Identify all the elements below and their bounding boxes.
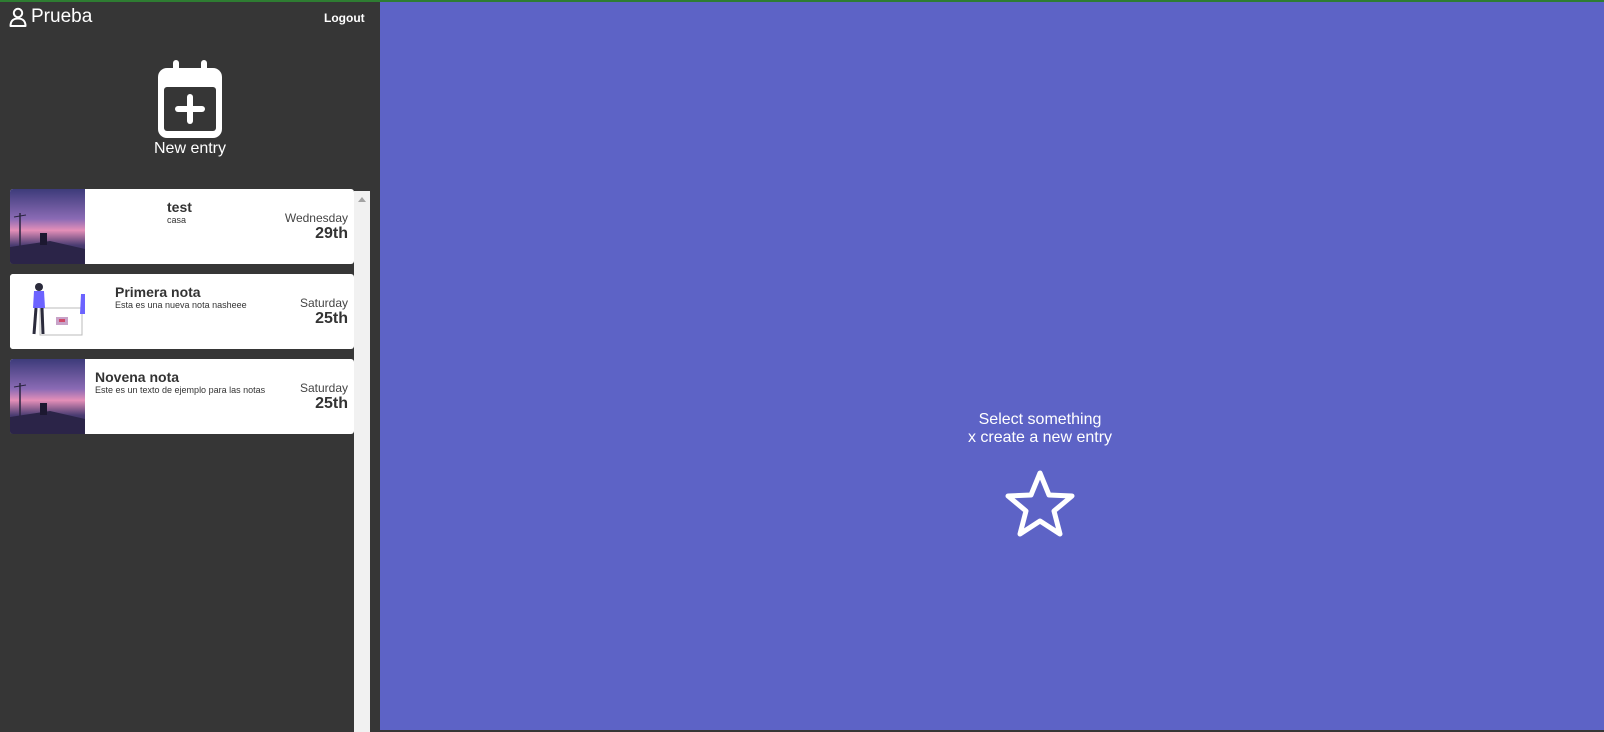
user-info: Prueba <box>9 6 92 28</box>
empty-state-text: Select something x create a new entry <box>920 411 1160 447</box>
entry-date: 25th <box>315 310 348 327</box>
scroll-up-arrow-icon[interactable] <box>358 197 366 202</box>
logout-button[interactable]: Logout <box>324 11 365 25</box>
entry-thumbnail <box>10 274 85 349</box>
entry-card[interactable]: Novena nota Este es un texto de ejemplo … <box>10 359 354 434</box>
user-name: Prueba <box>31 6 93 27</box>
new-entry-label: New entry <box>153 140 227 157</box>
entry-body: Este es un texto de ejemplo para las not… <box>95 385 266 395</box>
entry-card[interactable]: test casa Wednesday 29th <box>10 189 354 264</box>
entry-body: Esta es una nueva nota nasheee <box>115 300 247 310</box>
entry-title: test <box>167 199 192 215</box>
entry-day: Wednesday <box>284 211 348 225</box>
entry-date: 29th <box>315 225 348 242</box>
user-icon <box>9 7 27 27</box>
entry-title: Novena nota <box>95 369 180 385</box>
entry-thumbnail <box>10 189 85 264</box>
sidebar: Prueba Logout New entry test casa Wednes… <box>0 2 372 732</box>
entry-title: Primera nota <box>115 284 201 300</box>
entry-day: Saturday <box>299 296 348 310</box>
star-icon <box>1005 469 1075 544</box>
main-panel: Select something x create a new entry <box>380 2 1604 730</box>
empty-state-line-1: Select something <box>978 411 1102 428</box>
entry-list-scrollbar[interactable] <box>354 191 370 732</box>
entry-list: test casa Wednesday 29th Primera nota Es… <box>10 189 354 444</box>
entry-body: casa <box>167 215 187 225</box>
entry-card[interactable]: Primera nota Esta es una nueva nota nash… <box>10 274 354 349</box>
new-entry-button[interactable]: New entry <box>150 60 230 158</box>
empty-state-line-2: x create a new entry <box>967 429 1113 446</box>
entry-day: Saturday <box>299 381 348 395</box>
calendar-plus-icon <box>150 60 230 140</box>
entry-date: 25th <box>315 395 348 412</box>
entry-thumbnail <box>10 359 85 434</box>
